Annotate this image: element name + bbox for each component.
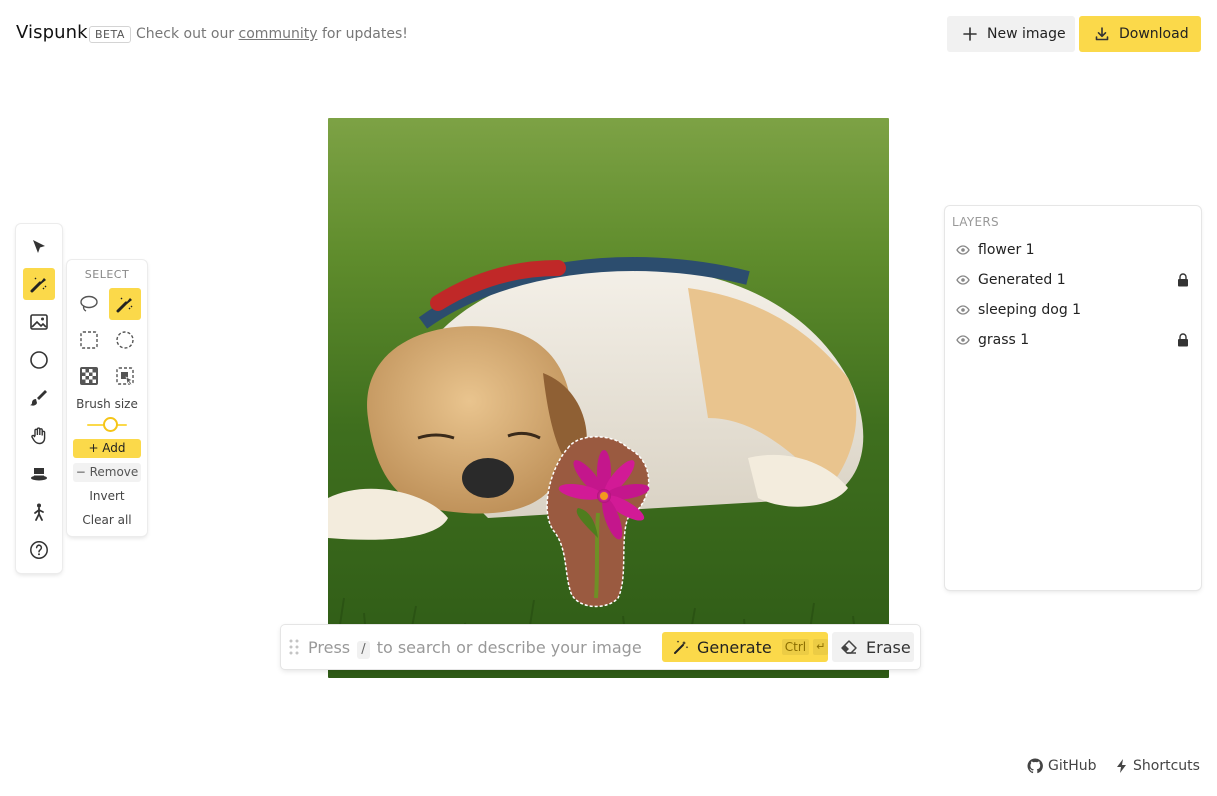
layer-row[interactable]: sleeping dog 1	[945, 295, 1201, 325]
shortcuts-link[interactable]: Shortcuts	[1116, 758, 1200, 774]
layer-name: grass 1	[978, 332, 1030, 348]
layers-panel: LAYERS flower 1 Generated 1 sleeping dog…	[945, 206, 1201, 590]
new-image-button[interactable]: New image	[947, 16, 1075, 52]
generate-shortcut-ctrl: Ctrl	[781, 639, 810, 655]
pointer-icon	[30, 238, 48, 256]
prompt-placeholder-pre: Press	[308, 638, 351, 657]
layer-name: Generated 1	[978, 272, 1066, 288]
help-tool[interactable]	[23, 534, 55, 566]
prompt-input[interactable]: Press / to search or describe your image	[308, 638, 642, 659]
hand-icon	[29, 426, 49, 446]
lock-icon[interactable]	[1177, 333, 1189, 347]
drag-handle-icon[interactable]	[289, 639, 299, 655]
generate-shortcut-enter: ↵	[813, 639, 829, 655]
tagline-post: for updates!	[321, 26, 408, 42]
prompt-placeholder-post: to search or describe your image	[376, 638, 642, 657]
shortcuts-label: Shortcuts	[1133, 758, 1200, 774]
select-panel-title: SELECT	[84, 268, 130, 281]
magic-brush-icon	[29, 274, 49, 294]
layer-row[interactable]: flower 1	[945, 235, 1201, 265]
app-title: Vispunk	[16, 22, 88, 43]
image-canvas[interactable]	[328, 118, 889, 678]
add-selection-button[interactable]: + Add	[73, 439, 141, 458]
download-button[interactable]: Download	[1079, 16, 1201, 52]
prompt-bar: Press / to search or describe your image…	[281, 625, 920, 669]
hand-tool[interactable]	[23, 420, 55, 452]
brush-tool[interactable]	[23, 382, 55, 414]
magic-brush-icon	[115, 294, 135, 314]
download-label: Download	[1119, 26, 1189, 42]
slash-key-hint: /	[357, 641, 370, 659]
eye-icon[interactable]	[956, 273, 970, 287]
eye-icon[interactable]	[956, 333, 970, 347]
beta-badge: BETA	[89, 26, 131, 43]
object-select-tool[interactable]	[109, 360, 141, 392]
community-link[interactable]: community	[239, 26, 318, 42]
tagline: Check out our community for updates!	[136, 26, 408, 42]
magic-brush-tool[interactable]	[23, 268, 55, 300]
rect-select-tool[interactable]	[73, 324, 105, 356]
object-select-icon	[115, 366, 135, 386]
eye-icon[interactable]	[956, 243, 970, 257]
erase-label: Erase	[866, 637, 911, 657]
lasso-icon	[79, 294, 99, 314]
remove-selection-button[interactable]: − Remove	[73, 463, 141, 482]
image-icon	[29, 312, 49, 332]
plus-icon	[962, 26, 978, 42]
download-icon	[1094, 26, 1110, 42]
lasso-select-tool[interactable]	[73, 288, 105, 320]
select-panel: SELECT Brush size + Add − Remove Invert …	[67, 260, 147, 536]
person-icon	[29, 502, 49, 522]
tool-sidebar	[16, 224, 62, 573]
hat-icon	[29, 464, 49, 484]
help-icon	[29, 540, 49, 560]
checkerboard-icon	[79, 366, 99, 386]
erase-button[interactable]: Erase	[832, 632, 914, 662]
lock-icon[interactable]	[1177, 273, 1189, 287]
layer-name: flower 1	[978, 242, 1035, 258]
dashed-circle-icon	[115, 330, 135, 350]
eraser-icon	[840, 639, 858, 655]
eye-icon[interactable]	[956, 303, 970, 317]
layers-title: LAYERS	[952, 215, 999, 229]
lightning-icon	[1116, 759, 1128, 773]
pose-tool[interactable]	[23, 496, 55, 528]
image-tool[interactable]	[23, 306, 55, 338]
magic-brush-select-tool[interactable]	[109, 288, 141, 320]
github-icon	[1027, 758, 1043, 774]
layer-row[interactable]: grass 1	[945, 325, 1201, 355]
transparency-select-tool[interactable]	[73, 360, 105, 392]
style-tool[interactable]	[23, 458, 55, 490]
brush-size-label: Brush size	[76, 397, 138, 411]
ellipse-select-tool[interactable]	[109, 324, 141, 356]
invert-selection-button[interactable]: Invert	[67, 489, 147, 503]
generate-button[interactable]: Generate Ctrl ↵	[662, 632, 829, 662]
clear-selection-button[interactable]: Clear all	[67, 513, 147, 527]
brush-icon	[29, 388, 49, 408]
magic-wand-icon	[673, 639, 689, 655]
layer-row[interactable]: Generated 1	[945, 265, 1201, 295]
generate-label: Generate	[697, 637, 772, 657]
dashed-rectangle-icon	[79, 330, 99, 350]
shape-tool[interactable]	[23, 344, 55, 376]
tagline-pre: Check out our	[136, 26, 235, 42]
circle-icon	[29, 350, 49, 370]
pointer-tool[interactable]	[23, 231, 55, 263]
new-image-label: New image	[987, 26, 1066, 42]
github-label: GitHub	[1048, 758, 1097, 774]
layer-name: sleeping dog 1	[978, 302, 1082, 318]
brush-size-slider[interactable]	[103, 417, 118, 432]
github-link[interactable]: GitHub	[1027, 758, 1097, 774]
